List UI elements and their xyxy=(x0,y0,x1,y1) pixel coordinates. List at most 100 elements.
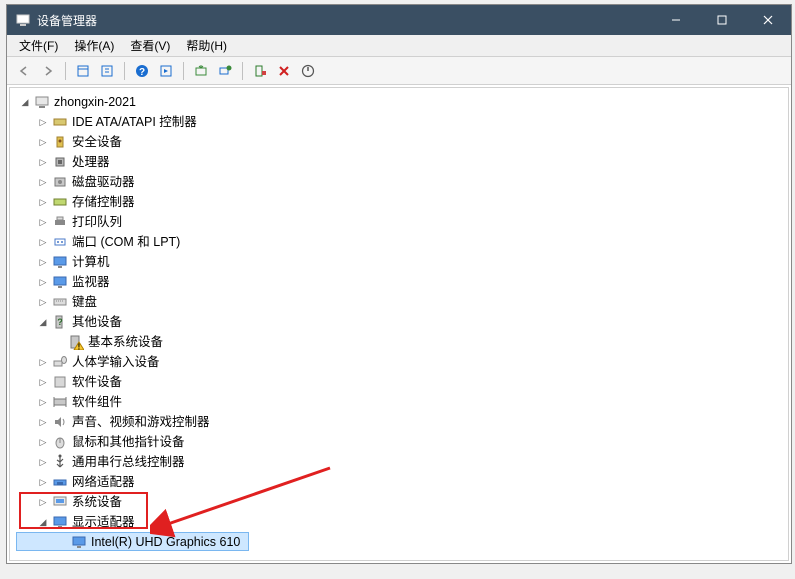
chevron-right-icon[interactable]: ▷ xyxy=(36,135,50,149)
tree-node-network[interactable]: ▷ 网络适配器 xyxy=(14,472,788,492)
close-button[interactable] xyxy=(745,5,791,35)
tree-node-softdev[interactable]: ▷ 软件设备 xyxy=(14,372,788,392)
tree-node-mouse[interactable]: ▷ 鼠标和其他指针设备 xyxy=(14,432,788,452)
tree-label: 磁盘驱动器 xyxy=(72,172,135,192)
tree-label: IDE ATA/ATAPI 控制器 xyxy=(72,112,197,132)
disk-icon xyxy=(52,174,68,190)
tree-node-storage[interactable]: ▷ 存储控制器 xyxy=(14,192,788,212)
tree-node-computer[interactable]: ▷ 计算机 xyxy=(14,252,788,272)
disable-button[interactable] xyxy=(273,60,295,82)
chevron-right-icon[interactable]: ▷ xyxy=(36,235,50,249)
tree-label: 显示适配器 xyxy=(72,512,135,532)
action-button[interactable] xyxy=(155,60,177,82)
tree-node-printq[interactable]: ▷ 打印队列 xyxy=(14,212,788,232)
chevron-right-icon[interactable]: ▷ xyxy=(36,215,50,229)
tree-node-disk[interactable]: ▷ 磁盘驱动器 xyxy=(14,172,788,192)
chevron-right-icon[interactable]: ▷ xyxy=(36,395,50,409)
enable-button[interactable] xyxy=(297,60,319,82)
svg-text:!: ! xyxy=(78,343,81,351)
menu-help[interactable]: 帮助(H) xyxy=(178,35,235,56)
window-title: 设备管理器 xyxy=(37,12,653,29)
tree-node-cpu[interactable]: ▷ 处理器 xyxy=(14,152,788,172)
chevron-right-icon[interactable]: ▷ xyxy=(36,375,50,389)
monitor-icon xyxy=(52,274,68,290)
tree-label: 打印队列 xyxy=(72,212,122,232)
svg-text:?: ? xyxy=(139,67,145,78)
tree-node-monitor[interactable]: ▷ 监视器 xyxy=(14,272,788,292)
usb-icon xyxy=(52,454,68,470)
tree-label: 处理器 xyxy=(72,152,110,172)
tree-label: 基本系统设备 xyxy=(88,332,163,352)
tree-label: 系统设备 xyxy=(72,492,122,512)
menu-view[interactable]: 查看(V) xyxy=(122,35,178,56)
menu-file[interactable]: 文件(F) xyxy=(11,35,66,56)
uninstall-button[interactable] xyxy=(249,60,271,82)
chevron-right-icon[interactable]: ▷ xyxy=(36,295,50,309)
separator xyxy=(65,62,66,80)
tree-node-ports[interactable]: ▷ 端口 (COM 和 LPT) xyxy=(14,232,788,252)
tree-node-other-basic[interactable]: ! 基本系统设备 xyxy=(14,332,788,352)
port-icon xyxy=(52,234,68,250)
chevron-right-icon[interactable]: ▷ xyxy=(36,115,50,129)
chevron-down-icon[interactable]: ◢ xyxy=(18,95,32,109)
chevron-right-icon[interactable]: ▷ xyxy=(36,415,50,429)
display-adapter-icon xyxy=(71,534,87,550)
properties-button[interactable] xyxy=(96,60,118,82)
mouse-icon xyxy=(52,434,68,450)
tree-node-display-intel[interactable]: Intel(R) UHD Graphics 610 xyxy=(16,532,249,551)
separator xyxy=(242,62,243,80)
titlebar: 设备管理器 xyxy=(7,5,791,35)
tree-label: 人体学输入设备 xyxy=(72,352,160,372)
tree-node-sound[interactable]: ▷ 声音、视频和游戏控制器 xyxy=(14,412,788,432)
menu-action[interactable]: 操作(A) xyxy=(66,35,122,56)
chevron-right-icon[interactable]: ▷ xyxy=(36,475,50,489)
chevron-right-icon[interactable]: ▷ xyxy=(36,155,50,169)
chevron-down-icon[interactable]: ◢ xyxy=(36,315,50,329)
tree-node-hid[interactable]: ▷ 人体学输入设备 xyxy=(14,352,788,372)
printer-icon xyxy=(52,214,68,230)
tree-label: 存储控制器 xyxy=(72,192,135,212)
tree-label: 软件组件 xyxy=(72,392,122,412)
display-adapter-icon xyxy=(52,514,68,530)
chevron-right-icon[interactable]: ▷ xyxy=(36,355,50,369)
chevron-right-icon[interactable]: ▷ xyxy=(36,495,50,509)
tree-label: 键盘 xyxy=(72,292,97,312)
minimize-button[interactable] xyxy=(653,5,699,35)
system-icon xyxy=(52,494,68,510)
computer-icon xyxy=(34,94,50,110)
tree-node-security[interactable]: ▷ 安全设备 xyxy=(14,132,788,152)
tree-label: 鼠标和其他指针设备 xyxy=(72,432,185,452)
show-hide-tree-button[interactable] xyxy=(72,60,94,82)
svg-text:?: ? xyxy=(57,317,63,327)
tree-node-ide[interactable]: ▷ IDE ATA/ATAPI 控制器 xyxy=(14,112,788,132)
scan-hardware-button[interactable] xyxy=(190,60,212,82)
tree-node-usb[interactable]: ▷ 通用串行总线控制器 xyxy=(14,452,788,472)
tree-label: 声音、视频和游戏控制器 xyxy=(72,412,210,432)
chevron-right-icon[interactable]: ▷ xyxy=(36,455,50,469)
tree-label: 监视器 xyxy=(72,272,110,292)
tree-label: 计算机 xyxy=(72,252,110,272)
tree-node-display[interactable]: ◢ 显示适配器 xyxy=(14,512,788,532)
back-button[interactable] xyxy=(13,60,35,82)
tree-node-softcomp[interactable]: ▷ 软件组件 xyxy=(14,392,788,412)
tree-label: 端口 (COM 和 LPT) xyxy=(72,232,180,252)
tree-node-other[interactable]: ◢ ? 其他设备 xyxy=(14,312,788,332)
help-button[interactable]: ? xyxy=(131,60,153,82)
chevron-down-icon[interactable]: ◢ xyxy=(36,515,50,529)
device-tree[interactable]: ◢ zhongxin-2021 ▷ IDE ATA/ATAPI 控制器 ▷ 安全… xyxy=(9,87,789,561)
chevron-right-icon[interactable]: ▷ xyxy=(36,175,50,189)
chevron-right-icon[interactable]: ▷ xyxy=(36,275,50,289)
forward-button[interactable] xyxy=(37,60,59,82)
tree-node-system[interactable]: ▷ 系统设备 xyxy=(14,492,788,512)
tree-label: 软件设备 xyxy=(72,372,122,392)
device-manager-window: 设备管理器 文件(F) 操作(A) 查看(V) 帮助(H) ? ◢ zhongx… xyxy=(6,4,792,564)
update-driver-button[interactable] xyxy=(214,60,236,82)
cpu-icon xyxy=(52,154,68,170)
maximize-button[interactable] xyxy=(699,5,745,35)
tree-node-keyboard[interactable]: ▷ 键盘 xyxy=(14,292,788,312)
tree-root[interactable]: ◢ zhongxin-2021 xyxy=(14,92,788,112)
chevron-right-icon[interactable]: ▷ xyxy=(36,195,50,209)
chevron-right-icon[interactable]: ▷ xyxy=(36,435,50,449)
chevron-right-icon[interactable]: ▷ xyxy=(36,255,50,269)
tree-label: 安全设备 xyxy=(72,132,122,152)
